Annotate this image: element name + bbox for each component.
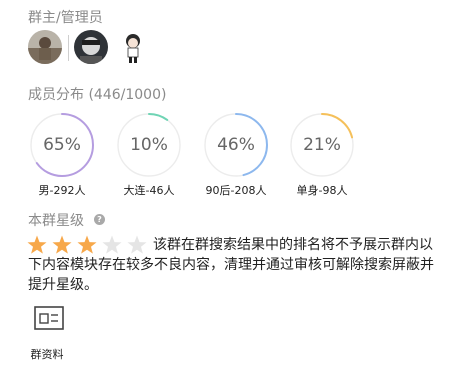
ring-percent: 46% xyxy=(217,135,255,155)
ring-percent: 10% xyxy=(130,135,168,155)
distribution-ring: 10% 大连-46人 xyxy=(116,112,182,197)
distribution-ring: 65% 男-292人 xyxy=(29,112,95,197)
ring-label: 大连-46人 xyxy=(123,184,175,197)
ring-label: 男-292人 xyxy=(38,184,86,197)
ring-percent: 65% xyxy=(43,135,81,155)
group-profile-label: 群资料 xyxy=(30,348,64,361)
distribution-title: 成员分布 (446/1000) xyxy=(28,87,167,103)
distribution-ring: 46% 90后-208人 xyxy=(203,112,269,197)
distribution-ring: 21% 单身-98人 xyxy=(289,112,355,197)
rating-title: 本群星级 xyxy=(28,213,84,229)
admins-title: 群主/管理员 xyxy=(28,10,103,26)
avatar[interactable] xyxy=(28,30,62,64)
question-circle-icon[interactable]: ? xyxy=(94,214,105,225)
ring-label: 90后-208人 xyxy=(205,184,267,197)
ring-label: 单身-98人 xyxy=(296,184,348,197)
ring-percent: 21% xyxy=(303,135,341,155)
rating-notice: 该群在群搜索结果中的排名将不予展示群内以下内容模块存在较多不良内容，清理并通过审… xyxy=(28,237,434,293)
avatar[interactable] xyxy=(116,30,150,64)
id-card-icon xyxy=(34,306,64,332)
avatar[interactable] xyxy=(74,30,108,64)
group-profile-button[interactable]: 群资料 xyxy=(24,306,76,362)
avatar-divider xyxy=(68,35,69,61)
